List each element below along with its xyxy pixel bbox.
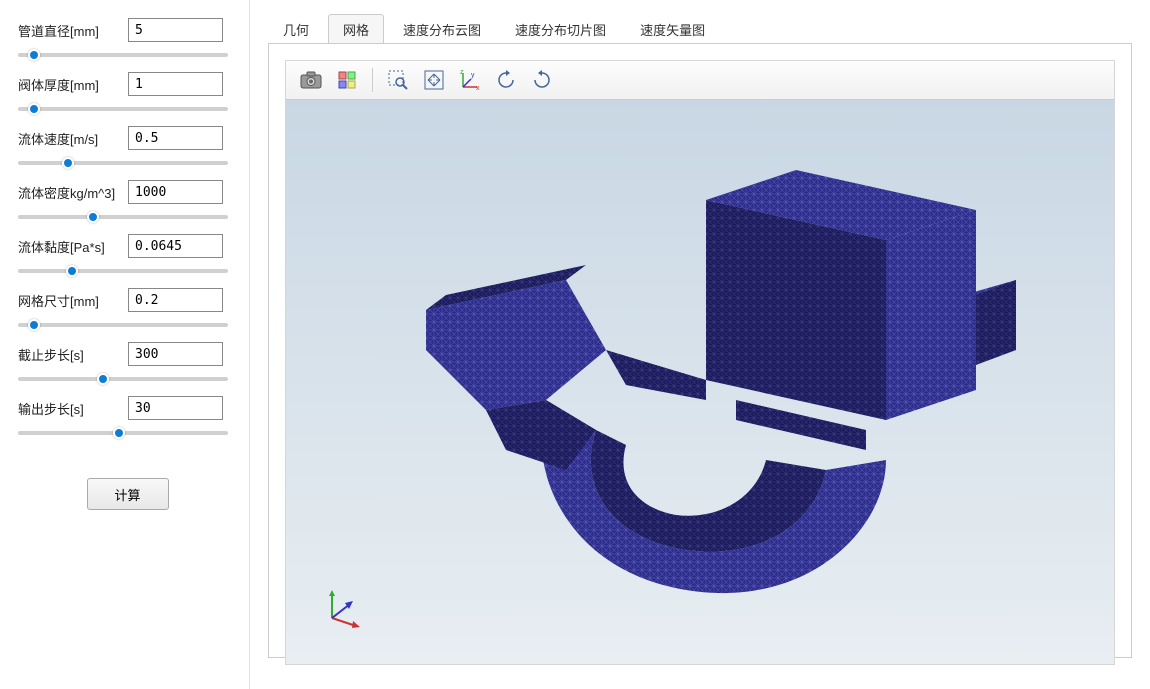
fluid-viscosity-input[interactable] — [128, 234, 223, 258]
output-step-input[interactable] — [128, 396, 223, 420]
param-label: 阀体厚度[mm] — [18, 75, 128, 94]
fluid-density-slider[interactable] — [18, 214, 228, 220]
tab-velocity-contour[interactable]: 速度分布云图 — [388, 14, 496, 44]
fluid-viscosity-slider[interactable] — [18, 268, 228, 274]
output-step-slider[interactable] — [18, 430, 228, 436]
stop-step-input[interactable] — [128, 342, 223, 366]
mesh-visualization — [366, 150, 1066, 630]
tab-mesh[interactable]: 网格 — [328, 14, 384, 44]
svg-text:x: x — [476, 85, 480, 91]
mesh-size-input[interactable] — [128, 288, 223, 312]
tab-geometry[interactable]: 几何 — [268, 14, 324, 44]
calculate-button[interactable]: 计算 — [87, 478, 169, 510]
main-area: 几何 网格 速度分布云图 速度分布切片图 速度矢量图 z xy — [250, 0, 1150, 689]
param-label: 网格尺寸[mm] — [18, 291, 128, 310]
tab-bar: 几何 网格 速度分布云图 速度分布切片图 速度矢量图 — [268, 14, 1132, 44]
mesh-size-slider[interactable] — [18, 322, 228, 328]
parameters-sidebar: 管道直径[mm] 阀体厚度[mm] 流体速度[m/s] 流体密度kg/m^3] … — [0, 0, 250, 689]
viewer-container: z xy — [268, 43, 1132, 658]
fluid-velocity-input[interactable] — [128, 126, 223, 150]
fluid-velocity-slider[interactable] — [18, 160, 228, 166]
svg-text:z: z — [460, 69, 464, 76]
tab-velocity-slice[interactable]: 速度分布切片图 — [500, 14, 621, 44]
axes-icon[interactable]: z xy — [453, 65, 487, 95]
param-label: 流体黏度[Pa*s] — [18, 237, 128, 256]
pipe-diameter-slider[interactable] — [18, 52, 228, 58]
zoom-extents-icon[interactable] — [417, 65, 451, 95]
fluid-density-input[interactable] — [128, 180, 223, 204]
snapshot-icon[interactable] — [294, 65, 328, 95]
param-label: 输出步长[s] — [18, 399, 128, 418]
svg-text:y: y — [471, 72, 475, 79]
pipe-diameter-input[interactable] — [128, 18, 223, 42]
valve-thickness-slider[interactable] — [18, 106, 228, 112]
print-icon[interactable] — [330, 65, 364, 95]
zoom-select-icon[interactable] — [381, 65, 415, 95]
valve-thickness-input[interactable] — [128, 72, 223, 96]
param-label: 截止步长[s] — [18, 345, 128, 364]
param-label: 流体速度[m/s] — [18, 129, 128, 148]
toolbar-divider — [372, 68, 373, 92]
3d-viewport[interactable] — [285, 100, 1115, 665]
graphics-toolbar: z xy — [285, 60, 1115, 100]
rotate-cw-icon[interactable] — [525, 65, 559, 95]
stop-step-slider[interactable] — [18, 376, 228, 382]
rotate-ccw-icon[interactable] — [489, 65, 523, 95]
orientation-axes-icon — [316, 586, 364, 634]
tab-velocity-vector[interactable]: 速度矢量图 — [625, 14, 720, 44]
param-label: 管道直径[mm] — [18, 21, 128, 40]
param-label: 流体密度kg/m^3] — [18, 183, 128, 202]
